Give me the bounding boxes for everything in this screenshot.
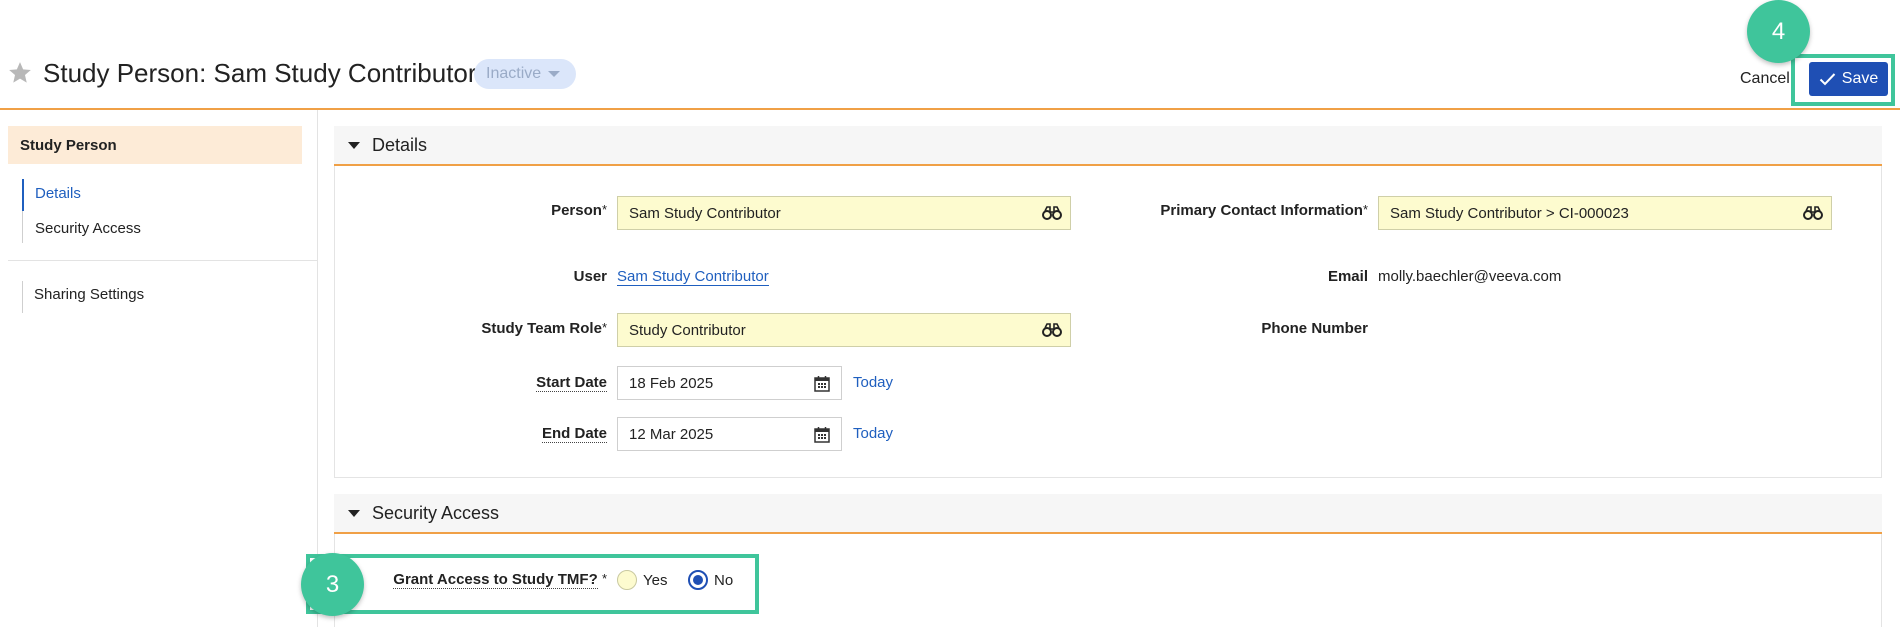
sidebar-heading: Study Person <box>8 126 302 164</box>
sidebar-indicator <box>22 281 23 313</box>
study-team-role-value: Study Contributor <box>629 321 746 339</box>
sidebar-divider <box>8 260 318 261</box>
primary-contact-lookup-field[interactable]: Sam Study Contributor > CI-000023 <box>1378 196 1832 230</box>
primary-contact-label: Primary Contact Information* <box>1160 202 1368 219</box>
sidebar-item-sharing-settings[interactable]: Sharing Settings <box>34 286 144 303</box>
binoculars-icon[interactable] <box>1042 323 1062 337</box>
step-badge: 4 <box>1747 0 1810 63</box>
start-date-today-link[interactable]: Today <box>853 374 893 391</box>
sidebar-active-indicator <box>22 179 24 211</box>
step-badge: 3 <box>301 553 364 616</box>
start-date-label: Start Date <box>536 374 607 392</box>
caret-down-icon <box>348 141 360 149</box>
person-lookup-field[interactable]: Sam Study Contributor <box>617 196 1071 230</box>
person-value: Sam Study Contributor <box>629 204 781 222</box>
binoculars-icon[interactable] <box>1042 206 1062 220</box>
calendar-icon[interactable] <box>814 375 830 392</box>
person-label: Person* <box>551 202 607 219</box>
grant-access-highlight-box <box>306 554 759 614</box>
security-access-section-title: Security Access <box>372 502 500 523</box>
primary-contact-value: Sam Study Contributor > CI-000023 <box>1390 204 1629 222</box>
phone-number-label: Phone Number <box>1261 320 1368 337</box>
sidebar-indicator <box>22 211 23 243</box>
end-date-input[interactable]: 12 Mar 2025 <box>617 417 842 451</box>
end-date-value: 12 Mar 2025 <box>629 425 714 443</box>
save-highlight-box <box>1791 54 1895 106</box>
caret-down-icon <box>348 509 360 517</box>
status-value: Inactive <box>486 65 542 82</box>
favorite-star-icon[interactable] <box>7 60 33 86</box>
study-team-role-label: Study Team Role* <box>481 320 607 337</box>
binoculars-icon[interactable] <box>1803 206 1823 220</box>
details-section-title: Details <box>372 134 428 155</box>
page-title: Study Person: Sam Study Contributor <box>43 58 477 88</box>
cancel-button[interactable]: Cancel <box>1740 70 1790 88</box>
sidebar-item-details[interactable]: Details <box>35 185 81 202</box>
user-label: User <box>573 268 607 285</box>
start-date-input[interactable]: 18 Feb 2025 <box>617 366 842 400</box>
user-link[interactable]: Sam Study Contributor <box>617 268 769 286</box>
email-label: Email <box>1327 268 1368 285</box>
details-section-header[interactable]: Details <box>334 126 1882 166</box>
study-team-role-lookup-field[interactable]: Study Contributor <box>617 313 1071 347</box>
calendar-icon[interactable] <box>814 426 830 443</box>
chevron-down-icon <box>548 71 560 77</box>
end-date-label: End Date <box>541 425 607 443</box>
email-value: molly.baechler@veeva.com <box>1378 268 1562 285</box>
sidebar-item-security-access[interactable]: Security Access <box>35 220 141 237</box>
status-dropdown[interactable]: Inactive <box>474 59 576 89</box>
end-date-today-link[interactable]: Today <box>853 425 893 442</box>
start-date-value: 18 Feb 2025 <box>629 374 714 392</box>
security-access-section-header[interactable]: Security Access <box>334 494 1882 534</box>
